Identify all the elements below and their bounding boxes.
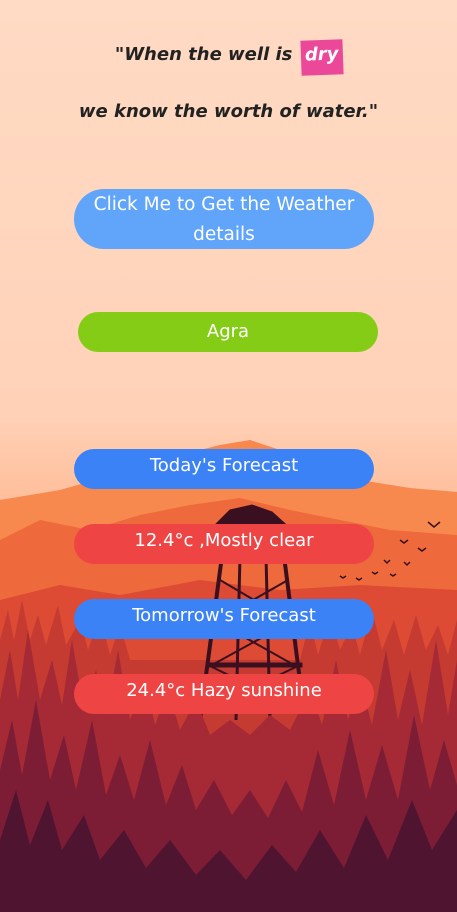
quote-prefix: "When the well is xyxy=(114,44,299,65)
quote-line-2: we know the worth of water." xyxy=(78,101,379,122)
get-weather-button[interactable]: Click Me to Get the Weather details xyxy=(74,189,374,249)
quote-highlight-word: dry xyxy=(300,39,343,76)
city-name: Agra xyxy=(78,312,378,352)
today-forecast-label: Today's Forecast xyxy=(74,449,374,489)
tomorrow-forecast-value: 24.4°c Hazy sunshine xyxy=(74,674,374,714)
tomorrow-forecast-label: Tomorrow's Forecast xyxy=(74,599,374,639)
today-forecast-value: 12.4°c ,Mostly clear xyxy=(74,524,374,564)
quote-line-1: "When the well is dry xyxy=(0,39,457,76)
